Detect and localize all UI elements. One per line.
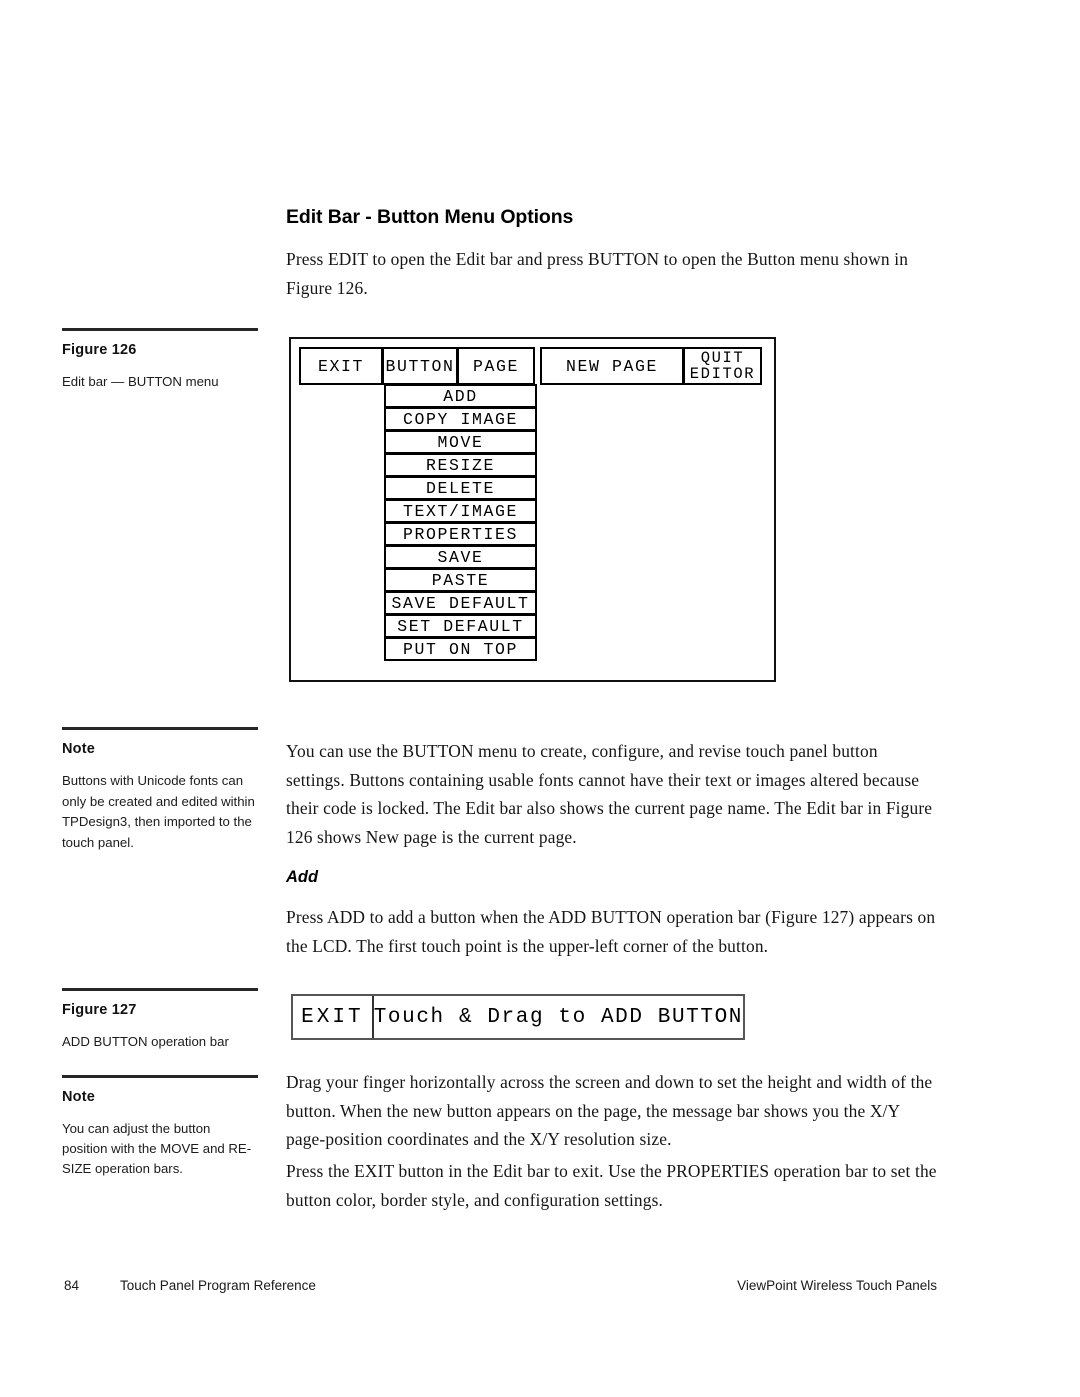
note-1-heading: Note [62,741,96,757]
button-menu-item-label: SET DEFAULT [397,616,524,636]
figure-127-operation-bar: EXIT Touch & Drag to ADD BUTTON [291,994,745,1040]
footer-left-text: Touch Panel Program Reference [120,1278,316,1293]
edit-bar-quit-editor-label-line1: QUIT [700,349,745,367]
button-menu-item-delete[interactable]: DELETE [384,476,537,500]
button-menu-item-text-image[interactable]: TEXT/IMAGE [384,499,537,523]
operation-bar-exit-button[interactable]: EXIT [293,996,374,1038]
button-menu-item-label: MOVE [437,432,484,452]
button-menu-item-label: SAVE DEFAULT [391,593,530,613]
button-menu-item-move[interactable]: MOVE [384,430,537,454]
button-menu-item-label: ADD [443,386,478,406]
edit-bar-quit-editor-label-line2: EDITOR [689,365,756,383]
note-1-text: Buttons with Unicode fonts can only be c… [62,773,255,850]
sidebar-rule-figure-126 [62,328,258,331]
button-menu-item-label: DELETE [425,478,495,498]
edit-bar-quit-editor-button[interactable]: QUIT EDITOR [683,347,762,385]
operation-bar-message: Touch & Drag to ADD BUTTON [374,996,743,1038]
intro-paragraph: Press EDIT to open the Edit bar and pres… [286,249,909,298]
figure-126-caption: Edit bar — BUTTON menu [62,374,219,389]
button-menu-item-label: COPY IMAGE [402,409,519,429]
document-page: Edit Bar - Button Menu Options Press EDI… [0,0,1080,1397]
operation-bar-exit-label: EXIT [301,1005,364,1029]
body-paragraph-4-block: Press the EXIT button in the Edit bar to… [286,1157,941,1214]
body-paragraph-1: You can use the BUTTON menu to create, c… [286,741,933,847]
footer-page-number: 84 [64,1278,80,1293]
sidebar-rule-figure-127 [62,988,258,991]
figure-126-sidebar: Figure 126 Edit bar — BUTTON menu [62,328,258,393]
button-menu-item-paste[interactable]: PASTE [384,568,537,592]
body-paragraph-4: Press the EXIT button in the Edit bar to… [286,1161,937,1210]
body-paragraph-1-block: You can use the BUTTON menu to create, c… [286,737,941,851]
edit-bar-button-label: BUTTON [385,356,455,376]
note-2-text: You can adjust the button position with … [62,1121,252,1176]
edit-bar-current-page-label: NEW PAGE [565,356,658,376]
figure-127-heading: Figure 127 [62,1002,137,1018]
button-menu-item-label: SAVE [437,547,484,567]
button-menu-item-copy-image[interactable]: COPY IMAGE [384,407,537,431]
button-menu-item-add[interactable]: ADD [384,384,537,408]
button-menu-item-save[interactable]: SAVE [384,545,537,569]
footer-right-text: ViewPoint Wireless Touch Panels [737,1278,937,1293]
edit-bar-button-button[interactable]: BUTTON [382,347,458,385]
edit-bar-exit-label: EXIT [317,356,364,376]
figure-127-sidebar: Figure 127 ADD BUTTON operation bar [62,988,258,1053]
sidebar-rule-note-2 [62,1075,258,1078]
edit-bar-current-page-display[interactable]: NEW PAGE [540,347,684,385]
body-paragraph-3: Drag your finger horizontally across the… [286,1072,933,1149]
body-paragraph-3-block: Drag your finger horizontally across the… [286,1068,941,1154]
edit-bar-exit-button[interactable]: EXIT [299,347,383,385]
button-menu-item-label: PROPERTIES [402,524,519,544]
button-menu-item-set-default[interactable]: SET DEFAULT [384,614,537,638]
edit-bar-page-button[interactable]: PAGE [457,347,535,385]
sub-title-block: Add [286,868,941,887]
note-1-sidebar: Note Buttons with Unicode fonts can only… [62,727,258,853]
operation-bar-message-label: Touch & Drag to ADD BUTTON [373,1005,743,1029]
button-menu-item-put-on-top[interactable]: PUT ON TOP [384,637,537,661]
button-menu-item-label: RESIZE [425,455,495,475]
figure-126-heading: Figure 126 [62,342,137,358]
button-menu-item-label: PUT ON TOP [402,639,519,659]
note-2-sidebar: Note You can adjust the button position … [62,1075,258,1179]
button-menu-item-resize[interactable]: RESIZE [384,453,537,477]
intro-paragraph-block: Press EDIT to open the Edit bar and pres… [286,245,941,302]
figure-127-caption: ADD BUTTON operation bar [62,1034,229,1049]
page-footer: 84 Touch Panel Program Reference ViewPoi… [0,1278,1080,1300]
button-menu-item-properties[interactable]: PROPERTIES [384,522,537,546]
figure-126-lcd-screen: EXIT BUTTON PAGE NEW PAGE QUIT EDITOR AD… [289,337,776,682]
note-2-heading: Note [62,1089,96,1105]
button-menu-item-label: PASTE [431,570,490,590]
body-paragraph-2: Press ADD to add a button when the ADD B… [286,907,936,956]
page-title-block: Edit Bar - Button Menu Options [286,206,941,229]
edit-bar-page-label: PAGE [472,356,519,376]
button-menu-item-save-default[interactable]: SAVE DEFAULT [384,591,537,615]
sidebar-rule-note-1 [62,727,258,730]
page-title: Edit Bar - Button Menu Options [286,206,574,228]
sub-section-title: Add [286,868,319,886]
body-paragraph-2-block: Press ADD to add a button when the ADD B… [286,903,941,960]
button-menu-item-label: TEXT/IMAGE [402,501,519,521]
